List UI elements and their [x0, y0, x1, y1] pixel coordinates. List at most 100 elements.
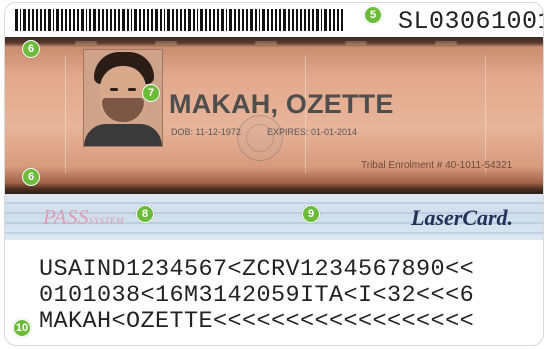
barcode-bar [229, 9, 233, 31]
barcode-bar [106, 9, 108, 31]
barcode-bar [188, 9, 191, 31]
barcode-bar [93, 9, 96, 31]
barcode-bar [101, 9, 105, 31]
barcode-bar [118, 9, 121, 31]
barcode-bar [192, 9, 195, 31]
barcode-bar [250, 9, 253, 31]
barcode-bar [336, 9, 340, 31]
barcode-bar [320, 9, 323, 31]
barcode-bar [23, 9, 27, 31]
barcode-bar [151, 9, 154, 31]
barcode-bar [97, 9, 100, 31]
barcode-bar [179, 9, 183, 31]
barcode-bar [287, 9, 290, 31]
barcode-bar [217, 9, 219, 31]
barcode-bar [80, 9, 84, 31]
barcode-bar [139, 9, 141, 31]
pass-suffix: SYSTEM [88, 216, 124, 226]
mrz-line-1: USAIND1234567<ZCRV1234567890<< [39, 256, 475, 283]
barcode-bar [122, 9, 125, 31]
callout-badge: 9 [302, 205, 320, 223]
barcode-bar [208, 9, 211, 31]
barcode-bar [52, 9, 55, 31]
barcode-bar [275, 9, 278, 31]
barcode-bar [77, 9, 79, 31]
barcode-bar [283, 9, 286, 31]
callout-badge: 5 [364, 6, 382, 24]
barcode-bar [47, 9, 51, 31]
barcode-bar [341, 9, 344, 31]
barcode-bar [56, 9, 60, 31]
barcode-bar [44, 9, 46, 31]
barcode-bar [134, 9, 138, 31]
seal-icon [237, 115, 283, 161]
barcode-bar [291, 9, 295, 31]
barcode-bar [184, 9, 187, 31]
border-ornament [155, 41, 177, 45]
pass-brand: PASS [43, 205, 89, 229]
barcode-bar [28, 9, 30, 31]
barcode-bar [130, 9, 133, 31]
security-strip: PASSSYSTEM LaserCard. [5, 194, 543, 240]
barcode-bar [89, 9, 92, 31]
barcode-bar [109, 9, 112, 31]
barcode-bar [312, 9, 314, 31]
callout-badge: 7 [142, 84, 160, 102]
barcode-bar [315, 9, 319, 31]
barcode-bar [155, 9, 158, 31]
barcode-bar [212, 9, 216, 31]
barcode-bar [267, 9, 269, 31]
barcode-bar [159, 9, 162, 31]
mrz-line-3: MAKAH<OZETTE<<<<<<<<<<<<<<<<<< [39, 308, 475, 335]
barcode-bar [299, 9, 302, 31]
top-strip: SL03061001 [5, 3, 543, 37]
expiry-date: EXPIRES: 01-01-2014 [267, 127, 358, 137]
barcode-bar [332, 9, 335, 31]
barcode-bar [172, 9, 174, 31]
barcode-bar [225, 9, 228, 31]
border-ornament [345, 41, 367, 45]
lasercard-logo: LaserCard. [411, 205, 514, 230]
barcode-bar [296, 9, 298, 31]
barcode-bar [258, 9, 261, 31]
holder-name: MAKAH, OZETTE [169, 89, 394, 119]
barcode-bar [68, 9, 72, 31]
barcode-bar [126, 9, 129, 31]
border-ornament [75, 41, 97, 45]
tribal-enrolment: Tribal Enrolment # 40-1011-54321 [361, 160, 513, 171]
callout-badge: 6 [22, 40, 40, 58]
barcode-bar [167, 9, 171, 31]
barcode-bar [254, 9, 257, 31]
barcode-bar [270, 9, 274, 31]
barcode-bar [146, 9, 150, 31]
barcode-bar [163, 9, 166, 31]
callout-badge: 8 [136, 205, 154, 223]
barcode-bar [175, 9, 178, 31]
pass-system-logo: PASSSYSTEM [43, 205, 124, 230]
callout-badge: 10 [13, 319, 31, 337]
barcode-bar [35, 9, 39, 31]
barcode-bar [113, 9, 117, 31]
barcode-bar [303, 9, 307, 31]
barcode-bar [200, 9, 203, 31]
mrz-line-2: 0101038<16M3142059ITA<I<32<<<6 [39, 282, 475, 309]
barcode-bar [19, 9, 22, 31]
barcode-bar [279, 9, 282, 31]
barcode [15, 9, 345, 31]
barcode-bar [73, 9, 76, 31]
barcode-bar [241, 9, 245, 31]
barcode-bar [85, 9, 88, 31]
callout-badge: 6 [22, 168, 40, 186]
barcode-bar [329, 9, 331, 31]
date-of-birth: DOB: 11-12-1972 [171, 127, 241, 137]
barcode-bar [234, 9, 236, 31]
barcode-bar [64, 9, 67, 31]
barcode-bar [220, 9, 224, 31]
barcode-bar [40, 9, 43, 31]
guilloche-line [65, 55, 66, 173]
serial-number: SL03061001 [398, 7, 544, 36]
barcode-bar [204, 9, 207, 31]
barcode-bar [15, 9, 18, 31]
barcode-bar [61, 9, 63, 31]
barcode-bar [308, 9, 311, 31]
